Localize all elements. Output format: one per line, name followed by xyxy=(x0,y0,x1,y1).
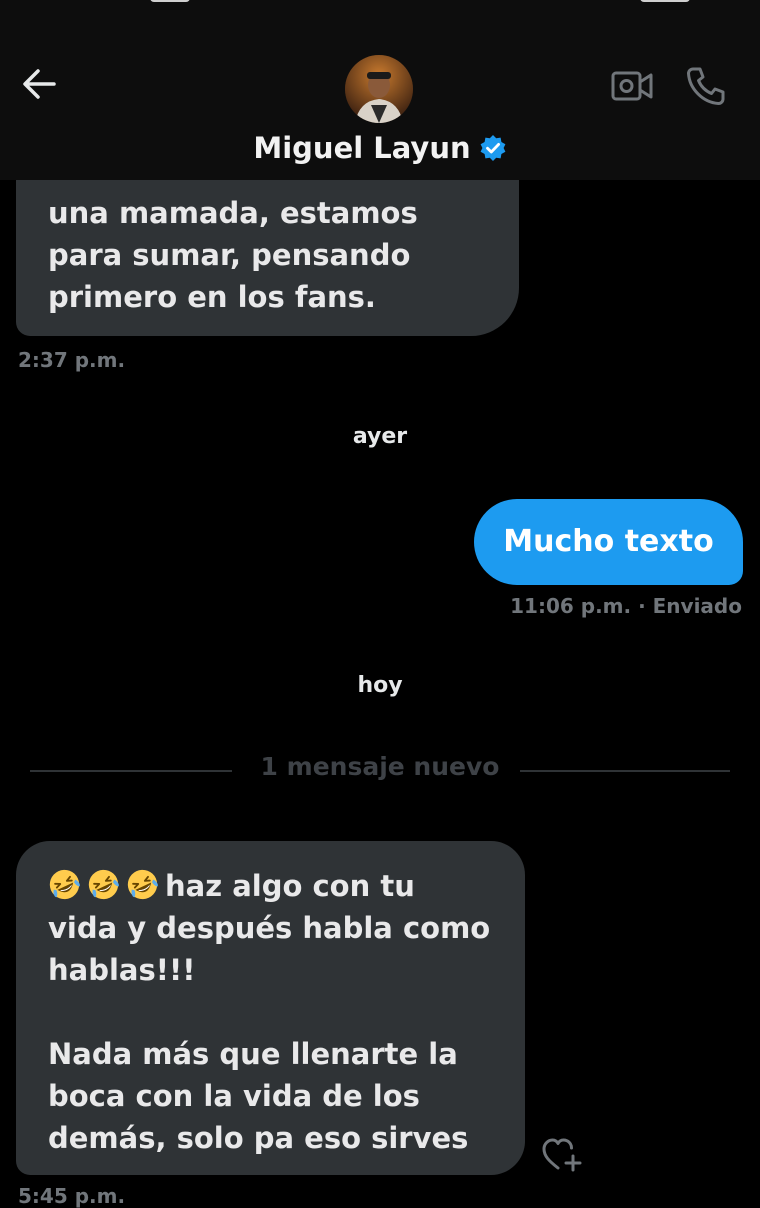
verified-badge-icon xyxy=(480,135,506,161)
contact-name: Miguel Layun xyxy=(253,131,471,165)
message-timestamp: 5:45 p.m. xyxy=(18,1184,126,1208)
contact-avatar[interactable] xyxy=(345,55,413,123)
rolling-on-floor-laughing-icon xyxy=(49,869,80,900)
heart-plus-icon xyxy=(542,1138,582,1172)
received-message-bubble[interactable]: haz algo con tu vida y después habla com… xyxy=(16,841,525,1175)
new-messages-divider-line xyxy=(520,770,730,772)
emoji-row xyxy=(48,869,165,903)
message-text: una mamada, estamos para sumar, pensando… xyxy=(48,196,418,314)
conversation-header: Miguel Layun xyxy=(0,0,760,180)
message-text: Mucho texto xyxy=(503,524,714,559)
sent-status: 11:06 p.m. · Enviado xyxy=(510,594,742,618)
sent-message-bubble[interactable]: Mucho texto xyxy=(474,499,743,585)
back-button[interactable] xyxy=(18,62,62,106)
day-separator: hoy xyxy=(357,673,403,698)
voice-call-button[interactable] xyxy=(684,64,728,108)
video-camera-icon xyxy=(611,71,653,101)
status-bar-fragment xyxy=(150,0,190,2)
message-body: haz algo con tu vida y después habla com… xyxy=(48,865,505,1159)
rolling-on-floor-laughing-icon xyxy=(88,869,119,900)
arrow-left-icon xyxy=(23,69,56,99)
message-timestamp: 2:37 p.m. xyxy=(18,348,126,372)
day-separator: ayer xyxy=(352,424,408,449)
status-bar-fragment xyxy=(640,0,690,2)
avatar-photo-icon xyxy=(345,55,413,123)
phone-icon xyxy=(687,67,725,105)
add-reaction-button[interactable] xyxy=(540,1134,584,1174)
contact-name-row[interactable]: Miguel Layun xyxy=(0,128,760,168)
video-call-button[interactable] xyxy=(610,66,654,106)
new-messages-divider: 1 mensaje nuevo xyxy=(260,752,500,781)
message-text: haz algo con tu vida y después habla com… xyxy=(48,869,491,1155)
rolling-on-floor-laughing-icon xyxy=(127,869,158,900)
